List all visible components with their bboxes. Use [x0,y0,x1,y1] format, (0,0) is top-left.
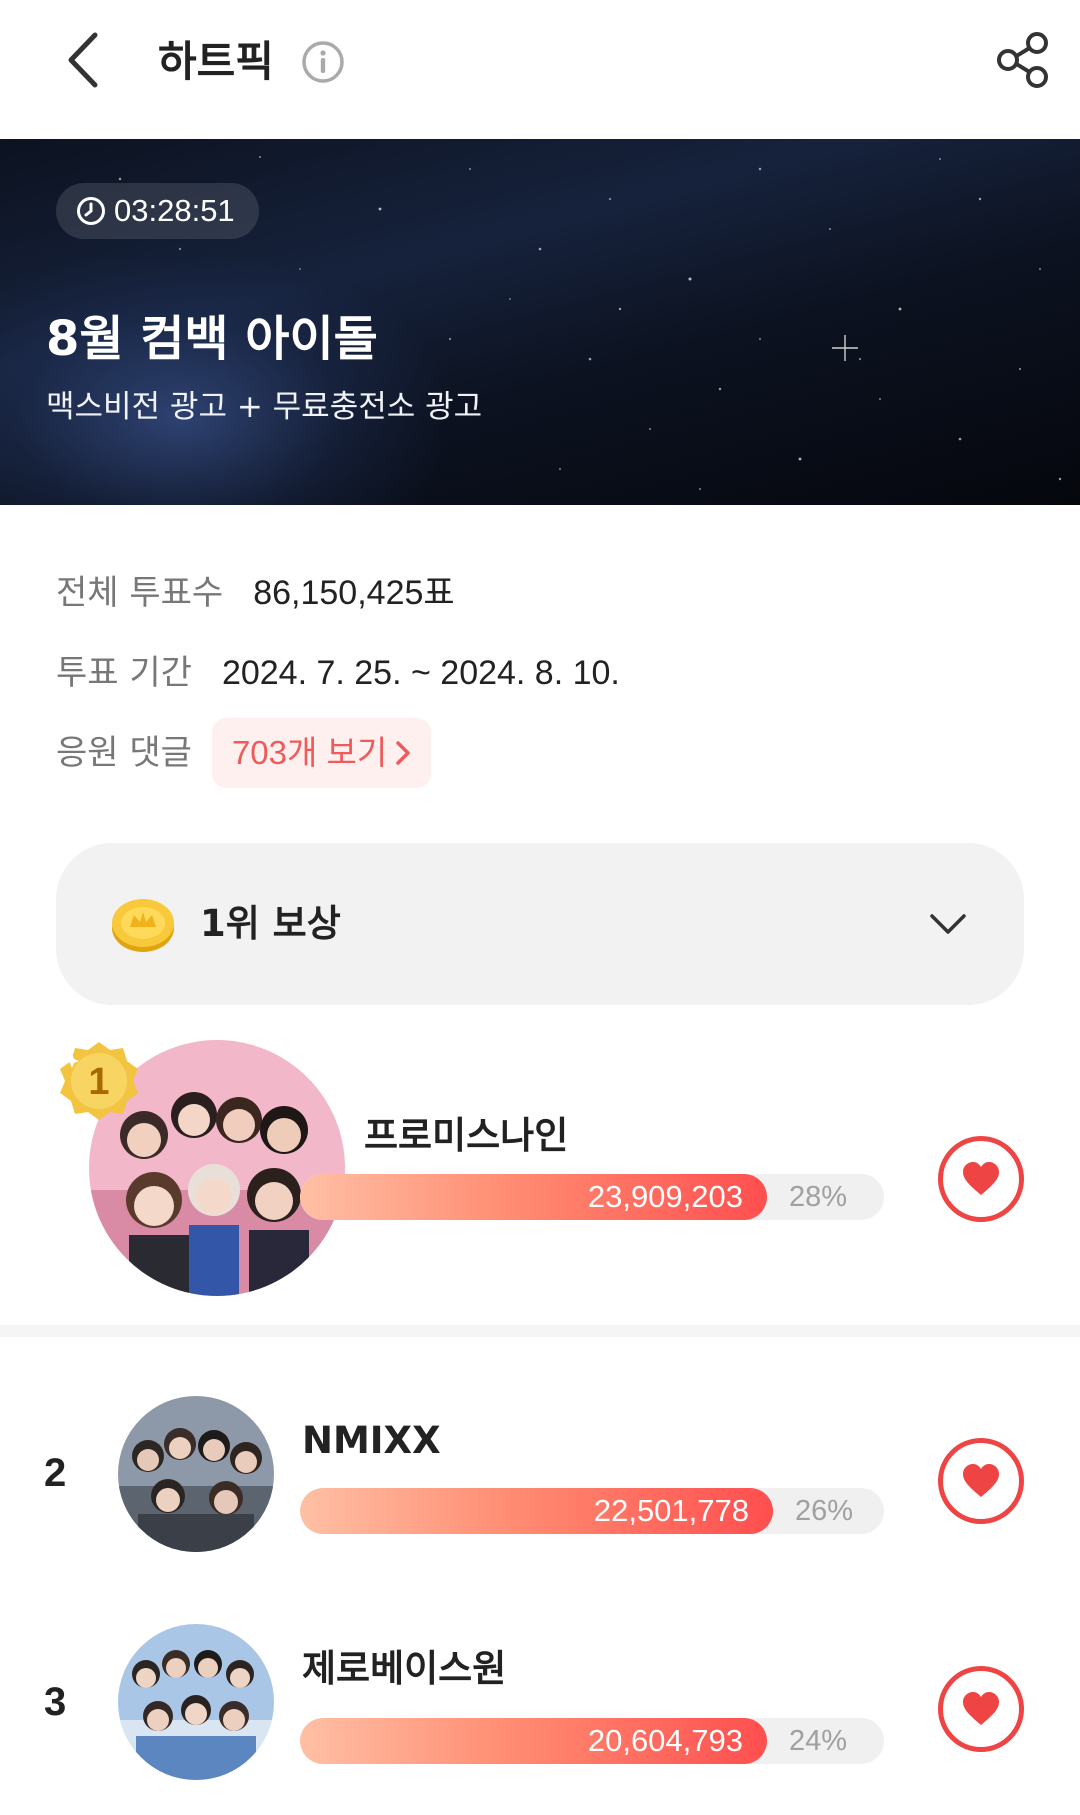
heart-icon [963,1162,999,1195]
group-photo-zerobaseone [118,1624,274,1780]
vote-progress-bar: 22,501,778 26% [300,1488,884,1534]
heart-vote-button[interactable] [938,1136,1024,1222]
chevron-down-icon[interactable] [928,905,968,943]
page-title: 하트픽 [158,37,274,86]
countdown-timer: 03:28:51 [56,183,259,239]
gold-medal-icon: 1 [60,1042,138,1120]
chevron-right-icon [396,741,410,765]
heart-icon [963,1692,999,1725]
heart-icon [963,1464,999,1497]
comments-link-text: 703개 보기 [231,734,388,771]
candidate-name: NMIXX [302,1419,441,1462]
share-icon[interactable] [994,30,1052,90]
vote-percent: 28% [789,1181,848,1213]
heart-vote-button[interactable] [938,1666,1024,1752]
heart-vote-button[interactable] [938,1438,1024,1524]
vote-count: 22,501,778 [593,1493,749,1528]
comments-row: 응원 댓글 703개 보기 [56,718,432,788]
avatar-rank-3[interactable] [118,1624,274,1780]
comments-link-button[interactable]: 703개 보기 [211,718,432,788]
medal-rank-text: 1 [88,1061,109,1103]
vote-percent: 26% [795,1495,854,1527]
group-photo-nmixx [118,1396,274,1552]
clock-icon [77,197,105,225]
total-votes-row: 전체 투표수 86,150,425표 [56,570,455,616]
total-votes-value: 86,150,425표 [253,574,455,612]
app-header: 하트픽 [0,0,1080,139]
section-divider [0,1325,1080,1337]
vote-progress-bar: 20,604,793 24% [300,1718,884,1764]
vote-count: 23,909,203 [587,1179,743,1214]
vote-progress-bar: 23,909,203 28% [300,1174,884,1220]
rank-number: 2 [44,1451,67,1495]
rank-number: 3 [44,1680,67,1724]
event-subtitle: 맥스비전 광고 + 무료충전소 광고 [46,389,483,425]
vote-period-row: 투표 기간 2024. 7. 25. ~ 2024. 8. 10. [56,650,620,696]
comments-label: 응원 댓글 [56,733,192,773]
vote-period-label: 투표 기간 [56,653,192,693]
vote-period-value: 2024. 7. 25. ~ 2024. 8. 10. [221,654,620,692]
back-button[interactable] [52,28,112,92]
reward-accordion[interactable]: 1위 보상 [56,843,1024,1005]
avatar-rank-2[interactable] [118,1396,274,1552]
gold-coin-icon [112,899,174,952]
info-icon[interactable] [301,40,345,84]
vote-count: 20,604,793 [587,1723,743,1758]
candidate-name: 제로베이스원 [302,1647,507,1690]
vote-percent: 24% [789,1725,848,1757]
back-arrow-icon [68,32,98,88]
event-banner: 03:28:51 8월 컴백 아이돌 맥스비전 광고 + 무료충전소 광고 [0,139,1080,505]
reward-label: 1위 보상 [200,902,341,945]
event-title: 8월 컴백 아이돌 [46,311,378,367]
timer-text: 03:28:51 [114,193,235,228]
total-votes-label: 전체 투표수 [56,573,224,613]
candidate-name: 프로미스나인 [364,1114,569,1157]
